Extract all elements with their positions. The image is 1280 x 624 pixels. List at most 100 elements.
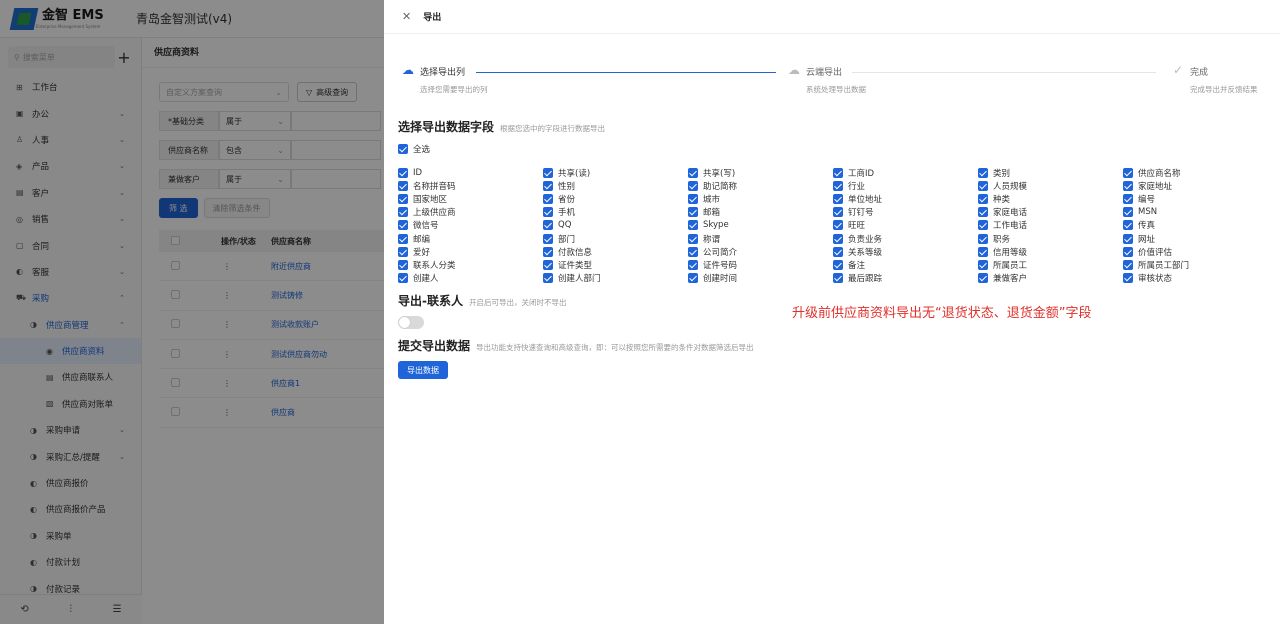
checkbox[interactable] [978, 259, 988, 270]
field-checkbox[interactable]: ID [398, 166, 543, 179]
checkbox[interactable] [543, 259, 553, 270]
field-checkbox[interactable]: 邮编 [398, 232, 543, 245]
checkbox[interactable] [1123, 259, 1133, 270]
checkbox[interactable] [833, 180, 843, 191]
field-checkbox[interactable]: 上级供应商 [398, 206, 543, 219]
checkbox[interactable] [978, 180, 988, 191]
field-checkbox[interactable]: 证件号码 [688, 258, 833, 271]
field-checkbox[interactable]: 微信号 [398, 219, 543, 232]
checkbox[interactable] [688, 193, 698, 204]
checkbox[interactable] [833, 220, 843, 231]
checkbox[interactable] [398, 259, 408, 270]
checkbox[interactable] [833, 273, 843, 284]
checkbox[interactable] [543, 193, 553, 204]
checkbox[interactable] [688, 233, 698, 244]
field-checkbox[interactable]: 省份 [543, 192, 688, 205]
checkbox[interactable] [688, 220, 698, 231]
field-checkbox[interactable]: 钉钉号 [833, 206, 978, 219]
field-checkbox[interactable]: 公司简介 [688, 245, 833, 258]
field-checkbox[interactable]: 网址 [1123, 232, 1268, 245]
field-checkbox[interactable]: 家庭电话 [978, 206, 1123, 219]
export-data-button[interactable]: 导出数据 [398, 361, 448, 379]
field-checkbox[interactable]: 联系人分类 [398, 258, 543, 271]
field-checkbox[interactable]: 创建人部门 [543, 272, 688, 285]
field-checkbox[interactable]: 创建人 [398, 272, 543, 285]
field-checkbox[interactable]: 信用等级 [978, 245, 1123, 258]
field-checkbox[interactable]: 负责业务 [833, 232, 978, 245]
checkbox[interactable] [543, 167, 553, 178]
checkbox[interactable] [398, 207, 408, 218]
field-checkbox[interactable]: MSN [1123, 206, 1268, 219]
field-checkbox[interactable]: 国家地区 [398, 192, 543, 205]
field-checkbox[interactable]: 最后跟踪 [833, 272, 978, 285]
field-checkbox[interactable]: 共享(写) [688, 166, 833, 179]
checkbox[interactable] [978, 273, 988, 284]
field-checkbox[interactable]: Skype [688, 219, 833, 232]
field-checkbox[interactable]: 工商ID [833, 166, 978, 179]
checkbox[interactable] [1123, 167, 1133, 178]
field-checkbox[interactable]: 邮箱 [688, 206, 833, 219]
checkbox[interactable] [833, 233, 843, 244]
field-checkbox[interactable]: 名称拼音码 [398, 179, 543, 192]
field-checkbox[interactable]: 城市 [688, 192, 833, 205]
checkbox[interactable] [398, 246, 408, 257]
field-checkbox[interactable]: 共享(读) [543, 166, 688, 179]
field-checkbox[interactable]: 手机 [543, 206, 688, 219]
checkbox[interactable] [978, 193, 988, 204]
checkbox[interactable] [543, 246, 553, 257]
checkbox[interactable] [688, 180, 698, 191]
checkbox[interactable] [543, 273, 553, 284]
checkbox[interactable] [1123, 273, 1133, 284]
checkbox[interactable] [398, 233, 408, 244]
field-checkbox[interactable]: 传真 [1123, 219, 1268, 232]
field-checkbox[interactable]: 类别 [978, 166, 1123, 179]
field-checkbox[interactable]: 备注 [833, 258, 978, 271]
checkbox[interactable] [833, 193, 843, 204]
close-icon[interactable]: ✕ [402, 10, 411, 23]
checkbox[interactable] [543, 207, 553, 218]
checkbox[interactable] [978, 233, 988, 244]
checkbox[interactable] [543, 220, 553, 231]
field-checkbox[interactable]: 价值评估 [1123, 245, 1268, 258]
field-checkbox[interactable]: 爱好 [398, 245, 543, 258]
checkbox[interactable] [978, 246, 988, 257]
checkbox[interactable] [688, 259, 698, 270]
checkbox[interactable] [398, 273, 408, 284]
checkbox[interactable] [398, 220, 408, 231]
checkbox[interactable] [688, 167, 698, 178]
field-checkbox[interactable]: 付款信息 [543, 245, 688, 258]
checkbox[interactable] [543, 233, 553, 244]
checkbox[interactable] [688, 246, 698, 257]
checkbox[interactable] [688, 273, 698, 284]
field-checkbox[interactable]: 关系等级 [833, 245, 978, 258]
checkbox[interactable] [1123, 220, 1133, 231]
field-checkbox[interactable]: 助记简称 [688, 179, 833, 192]
field-checkbox[interactable]: 家庭地址 [1123, 179, 1268, 192]
checkbox[interactable] [1123, 180, 1133, 191]
field-checkbox[interactable]: 创建时间 [688, 272, 833, 285]
field-checkbox[interactable]: 供应商名称 [1123, 166, 1268, 179]
checkbox[interactable] [1123, 207, 1133, 218]
export-contacts-toggle[interactable] [398, 316, 424, 329]
field-checkbox[interactable]: 人员规模 [978, 179, 1123, 192]
select-all-checkbox[interactable] [398, 144, 408, 154]
field-checkbox[interactable]: 称谓 [688, 232, 833, 245]
checkbox[interactable] [398, 180, 408, 191]
field-checkbox[interactable]: 编号 [1123, 192, 1268, 205]
field-checkbox[interactable]: 性别 [543, 179, 688, 192]
modal-backdrop[interactable] [0, 0, 384, 624]
field-checkbox[interactable]: 审核状态 [1123, 272, 1268, 285]
checkbox[interactable] [978, 207, 988, 218]
field-checkbox[interactable]: 旺旺 [833, 219, 978, 232]
checkbox[interactable] [833, 259, 843, 270]
field-checkbox[interactable]: 部门 [543, 232, 688, 245]
checkbox[interactable] [1123, 233, 1133, 244]
checkbox[interactable] [543, 180, 553, 191]
field-checkbox[interactable]: 工作电话 [978, 219, 1123, 232]
checkbox[interactable] [978, 167, 988, 178]
field-checkbox[interactable]: 行业 [833, 179, 978, 192]
field-checkbox[interactable]: 所属员工 [978, 258, 1123, 271]
checkbox[interactable] [1123, 246, 1133, 257]
checkbox[interactable] [398, 193, 408, 204]
checkbox[interactable] [398, 167, 408, 178]
